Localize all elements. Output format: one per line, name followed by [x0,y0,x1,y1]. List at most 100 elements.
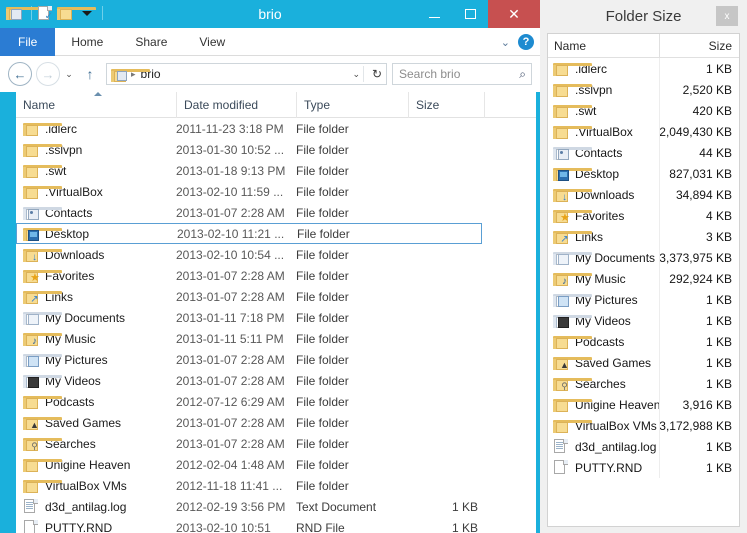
folder-icon [23,122,62,136]
folder-size-title-bar[interactable]: Folder Size x [540,0,747,33]
search-box[interactable]: Search brio ⌕ [392,63,532,85]
tab-view[interactable]: View [183,28,241,56]
column-header-name[interactable]: Name [16,91,176,118]
folder-size-row[interactable]: ▲ Saved Games 1 KB [548,352,739,373]
folder-size-row[interactable]: ★ Favorites 4 KB [548,205,739,226]
folder-icon [553,62,592,76]
folder-size-row[interactable]: My Videos 1 KB [548,310,739,331]
file-row[interactable]: My Pictures 2013-01-07 2:28 AM File folder [16,349,536,370]
tab-home[interactable]: Home [55,28,119,56]
file-row[interactable]: Unigine Heaven 2012-02-04 1:48 AM File fol… [16,454,536,475]
help-icon[interactable]: ? [518,34,534,50]
screen: ✓ brio ✕ File Home Share View ⌄ ? ← → ⌄ … [0,0,747,533]
file-row[interactable]: Contacts 2013-01-07 2:28 AM File folder [16,202,536,223]
file-row[interactable]: .swt 2013-01-18 9:13 PM File folder [16,160,536,181]
folder-size-size-cell: 1 KB [705,355,732,370]
folder-size-size-cell: 3,172,988 KB [659,418,732,433]
folder-size-size-cell: 1 KB [705,313,732,328]
folder-size-row[interactable]: Desktop 827,031 KB [548,163,739,184]
folder-size-size-cell: 420 KB [692,103,732,118]
documents-folder-icon [23,311,62,325]
folder-size-row[interactable]: PUTTY.RND 1 KB [548,457,739,478]
folder-size-row[interactable]: d3d_antilag.log 1 KB [548,436,739,457]
column-header-size[interactable]: Size [408,91,484,118]
minimize-button[interactable] [416,0,452,28]
file-name-cell: My Documents [16,311,176,325]
up-button[interactable]: ↑ [78,62,102,86]
file-row[interactable]: ↓ Downloads 2013-02-10 10:54 ... File folde… [16,244,536,265]
file-date-cell: 2012-02-19 3:56 PM [176,499,286,514]
maximize-button[interactable] [452,0,488,28]
file-type-cell: File folder [296,289,349,304]
links-folder-icon: ↗ [23,290,62,304]
window-controls: ✕ [416,0,540,28]
address-dropdown-icon[interactable]: ⌄ [352,64,360,84]
file-name-cell: PUTTY.RND [16,520,176,533]
folder-size-row[interactable]: VirtualBox VMs 3,172,988 KB [548,415,739,436]
file-row[interactable]: ♪ My Music 2013-01-11 5:11 PM File folder [16,328,536,349]
folder-size-row[interactable]: Podcasts 1 KB [548,331,739,352]
folder-size-row[interactable]: .sslvpn 2,520 KB [548,79,739,100]
file-row[interactable]: ↗ Links 2013-01-07 2:28 AM File folder [16,286,536,307]
file-row[interactable]: .VirtualBox 2013-02-10 11:59 ... File fold… [16,181,536,202]
back-button[interactable]: ← [8,62,32,86]
folder-size-close-button[interactable]: x [716,6,738,26]
folder-size-row[interactable]: ↓ Downloads 34,894 KB [548,184,739,205]
file-row[interactable]: .idlerc 2011-11-23 3:18 PM File folder [16,118,536,139]
folder-size-row[interactable]: Contacts 44 KB [548,142,739,163]
folder-size-rows[interactable]: .idlerc 1 KB .sslvpn 2,520 KB .swt 420 KB .Vir… [548,58,739,478]
tab-file[interactable]: File [0,28,56,56]
file-row[interactable]: VirtualBox VMs 2012-11-18 11:41 ... File f… [16,475,536,496]
file-date-cell: 2013-01-11 7:18 PM [176,310,285,325]
folder-size-name-cell: .idlerc [548,62,659,76]
file-list[interactable]: .idlerc 2011-11-23 3:18 PM File folder .ssl… [16,118,536,533]
file-row[interactable]: ⚲ Searches 2013-01-07 2:28 AM File folder [16,433,536,454]
folder-size-row[interactable]: .idlerc 1 KB [548,58,739,79]
file-row[interactable]: My Videos 2013-01-07 2:28 AM File folder [16,370,536,391]
file-row[interactable]: .sslvpn 2013-01-30 10:52 ... File folder [16,139,536,160]
folder-size-row[interactable]: .swt 420 KB [548,100,739,121]
file-date-cell: 2013-01-07 2:28 AM [176,352,285,367]
column-header-spacer[interactable] [484,91,534,118]
file-row[interactable]: PUTTY.RND 2013-02-10 10:51 RND File 1 KB [16,517,536,533]
folder-size-col-name[interactable]: Name [548,39,659,53]
folder-size-column-headers: Name Size [548,34,739,58]
folder-size-row[interactable]: .VirtualBox 2,049,430 KB [548,121,739,142]
close-button[interactable]: ✕ [488,0,540,28]
chevron-down-icon[interactable]: ⌄ [501,36,510,49]
column-header-date[interactable]: Date modified [176,91,296,118]
file-row[interactable]: My Documents 2013-01-11 7:18 PM File folde… [16,307,536,328]
file-row[interactable]: Podcasts 2012-07-12 6:29 AM File folder [16,391,536,412]
column-header-type[interactable]: Type [296,91,408,118]
search-input[interactable]: Search brio [393,67,460,81]
file-row[interactable]: d3d_antilag.log 2012-02-19 3:56 PM Text Do… [16,496,536,517]
file-row[interactable]: ★ Favorites 2013-01-07 2:28 AM File folder [16,265,536,286]
folder-size-name-cell: Podcasts [548,335,659,349]
title-bar[interactable]: ✓ brio ✕ [0,0,540,28]
refresh-icon[interactable]: ↻ [372,64,382,84]
folder-size-row[interactable]: My Pictures 1 KB [548,289,739,310]
folder-size-row[interactable]: My Documents 3,373,975 KB [548,247,739,268]
file-row[interactable]: Desktop 2013-02-10 11:21 ... File folder [16,223,482,244]
file-name-cell: .swt [16,164,176,178]
folder-size-row[interactable]: Unigine Heaven 3,916 KB [548,394,739,415]
address-bar[interactable]: ▸ brio ⌄ ↻ [106,63,387,85]
forward-button[interactable]: → [36,62,60,86]
file-name-cell: ↓ Downloads [16,248,176,262]
folder-size-name-cell: My Documents [548,251,659,265]
folder-size-row[interactable]: ⚲ Searches 1 KB [548,373,739,394]
recent-locations-icon[interactable]: ⌄ [60,62,78,86]
folder-size-row[interactable]: ♪ My Music 292,924 KB [548,268,739,289]
file-date-cell: 2013-01-07 2:28 AM [176,205,285,220]
file-row[interactable]: ▲ Saved Games 2013-01-07 2:28 AM File folde… [16,412,536,433]
folder-icon [553,398,592,412]
ribbon-tabs: File Home Share View [0,28,540,56]
tab-share[interactable]: Share [119,28,183,56]
folder-size-col-size[interactable]: Size [659,34,739,58]
folder-size-row[interactable]: ↗ Links 3 KB [548,226,739,247]
videos-folder-icon [553,314,592,328]
folder-size-title: Folder Size [605,8,682,25]
search-icon: ⌕ [519,67,526,81]
folder-size-name-cell: PUTTY.RND [548,460,659,475]
contacts-folder-icon [23,206,62,220]
